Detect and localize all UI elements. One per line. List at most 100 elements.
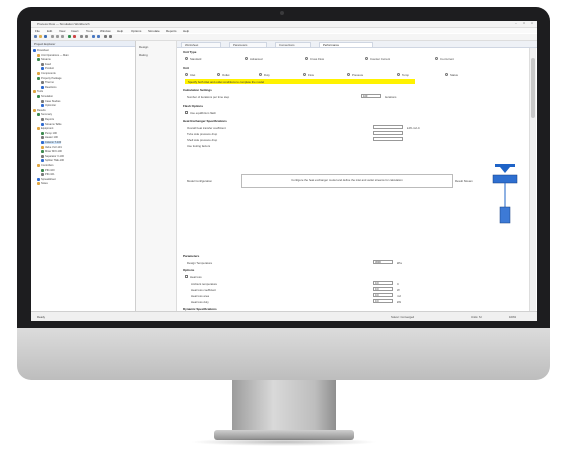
copy-icon[interactable] [56, 35, 59, 38]
tree-node-icon [41, 62, 44, 66]
radio-col-flow[interactable] [303, 73, 306, 76]
tree-node[interactable]: Pump 100 [41, 131, 57, 135]
tab-connections[interactable]: Connections [275, 42, 311, 47]
tree-node-icon [37, 177, 40, 181]
tree-node[interactable]: Thermo [41, 81, 54, 85]
tree-node[interactable]: Splitter TEE-100 [41, 159, 64, 163]
menu-edit[interactable]: Edit [47, 29, 52, 33]
tree-node[interactable]: Product [41, 67, 54, 71]
menu-help-2[interactable]: Help [183, 29, 189, 33]
tree-node[interactable]: Controllers [37, 164, 54, 167]
tree-node[interactable]: Mixer MIX-100 [41, 150, 62, 154]
tree-node[interactable]: Summary [37, 113, 52, 117]
nav-item-design[interactable]: Design [139, 45, 148, 49]
redo-icon[interactable] [85, 35, 88, 38]
radio-col-outlet[interactable] [217, 73, 220, 76]
tree-node[interactable]: Property Package [37, 76, 62, 80]
tree-node[interactable]: Valve VLV-101 [41, 145, 62, 149]
tree-node-label: Feed [45, 62, 51, 66]
menu-view[interactable]: View [59, 29, 65, 33]
help-icon[interactable] [109, 35, 112, 38]
radio-col-status[interactable] [445, 73, 448, 76]
tree-node[interactable]: Components [37, 72, 56, 75]
spec-input-2[interactable] [373, 131, 403, 135]
radio-col-temp[interactable] [397, 73, 400, 76]
sub-input-2[interactable]: 0.0 [373, 287, 393, 291]
tree-node[interactable]: Optimizer [41, 104, 56, 108]
menu-options[interactable]: Options [131, 29, 141, 33]
calc-input[interactable]: 100 [361, 94, 381, 98]
heat-loss-checkbox[interactable] [185, 275, 188, 278]
col-status: Status [450, 73, 458, 77]
spec-input-3[interactable] [373, 137, 403, 141]
tree-node[interactable]: Reports [41, 118, 54, 121]
scroll-thumb[interactable] [531, 58, 535, 118]
radio-col-inlet[interactable] [185, 73, 188, 76]
tree-node[interactable]: Streams Table [41, 122, 62, 126]
menu-reports[interactable]: Reports [166, 29, 177, 33]
tree-node[interactable]: PID-100 [41, 168, 55, 172]
tree-node-label: Simulation [41, 95, 54, 98]
tree-node[interactable]: Streams [37, 58, 51, 62]
tree-node[interactable]: Case Studies [41, 99, 60, 103]
radio-standard[interactable] [185, 57, 188, 60]
radio-col-pressure[interactable] [347, 73, 350, 76]
stop-icon[interactable] [73, 35, 76, 38]
close-button[interactable]: × [530, 22, 534, 25]
tree-node[interactable]: Notes [37, 182, 48, 186]
menu-tools[interactable]: Tools [86, 29, 93, 33]
sub-input-1[interactable]: 0.0 [373, 281, 393, 285]
paste-icon[interactable] [61, 35, 64, 38]
param-input[interactable]: 3000 [373, 260, 393, 264]
tree-node[interactable]: Unit Operations — Main [37, 53, 69, 57]
run-icon[interactable] [68, 35, 71, 38]
settings-icon[interactable] [104, 35, 107, 38]
tree-node-icon [37, 58, 40, 62]
menu-help[interactable]: Help [117, 29, 123, 33]
zoom-out-icon[interactable] [97, 35, 100, 38]
tree-node[interactable]: Separator V-100 [41, 154, 64, 158]
tree-node[interactable]: Column T-100 [41, 141, 62, 144]
flash-checkbox[interactable] [185, 111, 188, 114]
undo-icon[interactable] [80, 35, 83, 38]
menu-file[interactable]: File [35, 29, 40, 33]
tree-node[interactable]: Tools [33, 90, 43, 94]
save-icon[interactable] [44, 35, 47, 38]
radio-advanced[interactable] [245, 57, 248, 60]
col-duty: Duty [264, 73, 270, 77]
tree-node[interactable]: PID-101 [41, 173, 55, 177]
tree-node-icon [37, 164, 40, 167]
radio-co-current[interactable] [435, 57, 438, 60]
sub-input-3[interactable]: 0.0 [373, 293, 393, 297]
minimize-button[interactable]: – [514, 22, 518, 25]
tab-worksheet[interactable]: Worksheet [181, 42, 221, 47]
radio-col-duty[interactable] [259, 73, 262, 76]
tree-node[interactable]: Simulation [37, 95, 53, 98]
open-icon[interactable] [39, 35, 42, 38]
tree-node[interactable]: Equipment [37, 127, 53, 131]
radio-cross-flow[interactable] [305, 57, 308, 60]
zoom-in-icon[interactable] [92, 35, 95, 38]
tree-node[interactable]: Reactions [41, 85, 57, 89]
menu-insert[interactable]: Insert [71, 29, 79, 33]
nav-item-rating[interactable]: Rating [139, 53, 148, 57]
tree-node[interactable]: Flowsheet [33, 49, 49, 52]
tab-performance[interactable]: Performance [319, 42, 373, 47]
radio-counter-current-label: Counter Current [370, 57, 391, 61]
sub-input-4[interactable]: 0.0 [373, 299, 393, 303]
tree-node[interactable]: Heater 100 [41, 136, 58, 140]
highlight-note: Specify both inlet and outlet conditions… [185, 79, 415, 84]
tree-node[interactable]: Feed [41, 62, 51, 66]
vertical-scrollbar[interactable] [529, 48, 536, 311]
spec-input-1[interactable] [373, 125, 403, 129]
cut-icon[interactable] [51, 35, 54, 38]
tab-strip: Worksheet Parameters Connections Perform… [177, 41, 537, 48]
tree-node[interactable]: Results [33, 108, 46, 112]
new-icon[interactable] [34, 35, 37, 38]
radio-counter-current[interactable] [365, 57, 368, 60]
tree-node[interactable]: Spreadsheet [37, 177, 56, 181]
menu-window[interactable]: Window [100, 29, 111, 33]
menu-simulate[interactable]: Simulate [148, 29, 160, 33]
maximize-button[interactable]: □ [522, 22, 526, 25]
tab-parameters[interactable]: Parameters [229, 42, 267, 47]
